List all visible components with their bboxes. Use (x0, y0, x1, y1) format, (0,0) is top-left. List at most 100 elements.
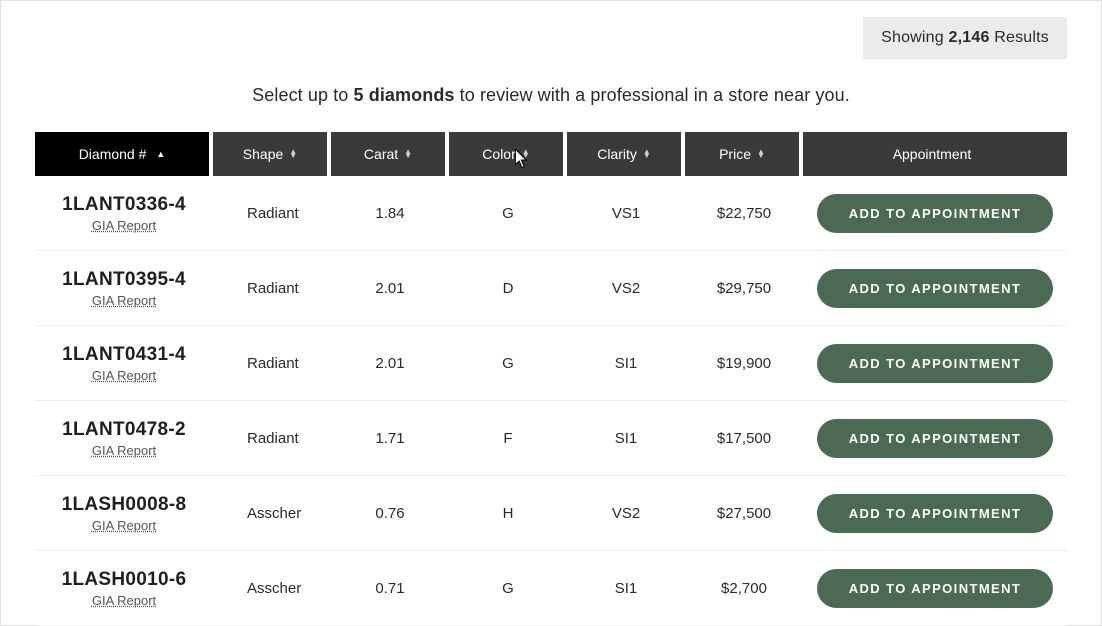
table-row: 1LANT0336-4 GIA Report Radiant 1.84 G VS… (35, 176, 1067, 251)
cell-appointment: ADD TO APPOINTMENT (803, 569, 1067, 608)
table-row: 1LANT0478-2 GIA Report Radiant 1.71 F SI… (35, 401, 1067, 476)
header-color[interactable]: Color ▲▼ (449, 132, 567, 176)
header-clarity[interactable]: Clarity ▲▼ (567, 132, 685, 176)
diamond-table: Diamond # ▲ Shape ▲▼ Carat ▲▼ Color ▲▼ C… (35, 132, 1067, 626)
cell-color: G (449, 205, 567, 222)
table-row: 1LASH0008-8 GIA Report Asscher 0.76 H VS… (35, 476, 1067, 551)
cell-price: $29,750 (685, 280, 803, 297)
cell-clarity: SI1 (567, 430, 685, 447)
table-body: 1LANT0336-4 GIA Report Radiant 1.84 G VS… (35, 176, 1067, 626)
cell-diamond: 1LANT0336-4 GIA Report (35, 194, 213, 233)
sort-icon: ▲▼ (643, 150, 651, 158)
cell-clarity: SI1 (567, 580, 685, 597)
table-row: 1LANT0431-4 GIA Report Radiant 2.01 G SI… (35, 326, 1067, 401)
header-appointment: Appointment (803, 132, 1067, 176)
cell-price: $19,900 (685, 355, 803, 372)
cell-shape: Radiant (213, 205, 331, 222)
add-to-appointment-button[interactable]: ADD TO APPOINTMENT (817, 194, 1053, 233)
cell-appointment: ADD TO APPOINTMENT (803, 269, 1067, 308)
cell-price: $17,500 (685, 430, 803, 447)
header-price[interactable]: Price ▲▼ (685, 132, 803, 176)
cell-shape: Radiant (213, 355, 331, 372)
add-to-appointment-button[interactable]: ADD TO APPOINTMENT (817, 569, 1053, 608)
cell-diamond: 1LASH0010-6 GIA Report (35, 569, 213, 608)
sort-icon: ▲▼ (404, 150, 412, 158)
instruction-post: to review with a professional in a store… (455, 85, 850, 105)
cell-color: D (449, 280, 567, 297)
header-label: Color (482, 146, 515, 162)
cell-diamond: 1LASH0008-8 GIA Report (35, 494, 213, 533)
diamond-id: 1LANT0336-4 (62, 194, 186, 216)
table-row: 1LANT0395-4 GIA Report Radiant 2.01 D VS… (35, 251, 1067, 326)
cell-carat: 1.71 (331, 430, 449, 447)
add-to-appointment-button[interactable]: ADD TO APPOINTMENT (817, 269, 1053, 308)
cell-carat: 2.01 (331, 355, 449, 372)
instruction-pre: Select up to (252, 85, 353, 105)
cell-shape: Radiant (213, 280, 331, 297)
cell-color: G (449, 580, 567, 597)
gia-report-link[interactable]: GIA Report (92, 518, 156, 533)
results-prefix: Showing (881, 29, 944, 46)
cell-clarity: SI1 (567, 355, 685, 372)
results-bar: Showing 2,146 Results (35, 17, 1067, 59)
add-to-appointment-button[interactable]: ADD TO APPOINTMENT (817, 494, 1053, 533)
content-area: Showing 2,146 Results Select up to 5 dia… (35, 17, 1067, 625)
cell-carat: 1.84 (331, 205, 449, 222)
cell-price: $22,750 (685, 205, 803, 222)
diamond-id: 1LANT0431-4 (62, 344, 186, 366)
cell-color: H (449, 505, 567, 522)
diamond-id: 1LASH0010-6 (62, 569, 187, 591)
cell-clarity: VS2 (567, 280, 685, 297)
cell-appointment: ADD TO APPOINTMENT (803, 494, 1067, 533)
cell-clarity: VS2 (567, 505, 685, 522)
table-row: 1LASH0010-6 GIA Report Asscher 0.71 G SI… (35, 551, 1067, 626)
cell-clarity: VS1 (567, 205, 685, 222)
add-to-appointment-button[interactable]: ADD TO APPOINTMENT (817, 344, 1053, 383)
header-label: Diamond # (79, 146, 147, 162)
cell-carat: 2.01 (331, 280, 449, 297)
cell-color: G (449, 355, 567, 372)
add-to-appointment-button[interactable]: ADD TO APPOINTMENT (817, 419, 1053, 458)
cell-color: F (449, 430, 567, 447)
gia-report-link[interactable]: GIA Report (92, 443, 156, 458)
instruction-bold: 5 diamonds (354, 85, 455, 105)
sort-icon: ▲▼ (757, 150, 765, 158)
sort-ascending-icon: ▲ (156, 149, 165, 159)
gia-report-link[interactable]: GIA Report (92, 593, 156, 608)
results-count-chip: Showing 2,146 Results (863, 17, 1067, 59)
cell-shape: Radiant (213, 430, 331, 447)
table-header: Diamond # ▲ Shape ▲▼ Carat ▲▼ Color ▲▼ C… (35, 132, 1067, 176)
sort-icon: ▲▼ (289, 150, 297, 158)
header-label: Price (719, 146, 751, 162)
diamond-id: 1LASH0008-8 (62, 494, 187, 516)
header-shape[interactable]: Shape ▲▼ (213, 132, 331, 176)
gia-report-link[interactable]: GIA Report (92, 218, 156, 233)
diamond-id: 1LANT0478-2 (62, 419, 186, 441)
cell-diamond: 1LANT0478-2 GIA Report (35, 419, 213, 458)
cell-carat: 0.71 (331, 580, 449, 597)
sort-icon: ▲▼ (522, 150, 530, 158)
header-diamond-number[interactable]: Diamond # ▲ (35, 132, 213, 176)
header-label: Shape (243, 146, 283, 162)
cell-carat: 0.76 (331, 505, 449, 522)
header-label: Appointment (893, 146, 972, 162)
instruction-text: Select up to 5 diamonds to review with a… (35, 59, 1067, 132)
cell-price: $27,500 (685, 505, 803, 522)
app-frame: Showing 2,146 Results Select up to 5 dia… (0, 0, 1102, 626)
cell-appointment: ADD TO APPOINTMENT (803, 419, 1067, 458)
header-carat[interactable]: Carat ▲▼ (331, 132, 449, 176)
gia-report-link[interactable]: GIA Report (92, 368, 156, 383)
header-label: Clarity (597, 146, 637, 162)
gia-report-link[interactable]: GIA Report (92, 293, 156, 308)
results-count: 2,146 (949, 29, 990, 46)
cell-price: $2,700 (685, 580, 803, 597)
cell-shape: Asscher (213, 580, 331, 597)
cell-shape: Asscher (213, 505, 331, 522)
cell-diamond: 1LANT0431-4 GIA Report (35, 344, 213, 383)
cell-appointment: ADD TO APPOINTMENT (803, 344, 1067, 383)
diamond-id: 1LANT0395-4 (62, 269, 186, 291)
cell-appointment: ADD TO APPOINTMENT (803, 194, 1067, 233)
header-label: Carat (364, 146, 398, 162)
results-suffix: Results (994, 29, 1049, 46)
cell-diamond: 1LANT0395-4 GIA Report (35, 269, 213, 308)
